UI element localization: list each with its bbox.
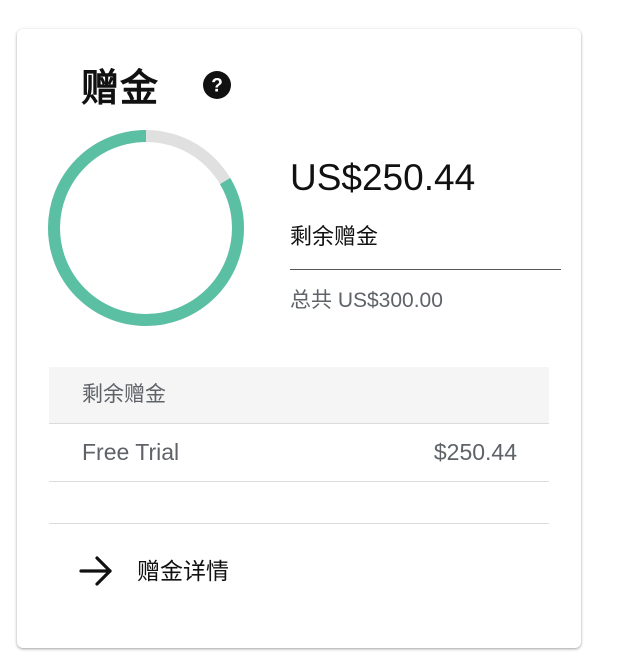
table-row: Free Trial $250.44 (49, 424, 549, 482)
summary-divider (290, 269, 561, 270)
credit-details-label: 赠金详情 (137, 558, 229, 584)
credit-value: $250.44 (433, 439, 517, 465)
table-header: 剩余赠金 (49, 367, 549, 424)
table-header-label: 剩余赠金 (82, 383, 166, 406)
total-credits: 总共 US$300.00 (290, 289, 443, 312)
remaining-credits-donut (48, 130, 244, 326)
credits-card: 赠金 ? US$250.44 剩余赠金 总共 US$300.00 剩余赠金 Fr… (17, 29, 581, 648)
remaining-label: 剩余赠金 (290, 224, 379, 249)
svg-text:?: ? (211, 76, 223, 97)
card-title: 赠金 (81, 68, 160, 110)
footer-divider (49, 523, 549, 524)
credit-name: Free Trial (82, 439, 180, 465)
arrow-right-icon (79, 556, 112, 586)
remaining-amount: US$250.44 (290, 157, 476, 198)
credit-details-link[interactable]: 赠金详情 (79, 549, 229, 593)
help-icon[interactable]: ? (203, 71, 231, 99)
